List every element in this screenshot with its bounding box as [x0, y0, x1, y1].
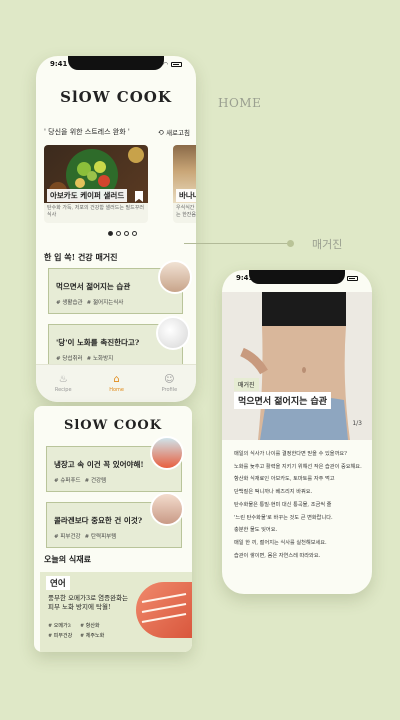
article-line: 탄수화물은 통밀·현미 대신 통곡물, 조금씩 줄 [234, 501, 332, 508]
recipe-title: 바나나 두유 스무디 [176, 189, 196, 202]
article-title: 먹으면서 젊어지는 습관 [234, 392, 332, 409]
magazine-item-title: '당'이 노화를 촉진한다고? [56, 338, 140, 347]
article-line: 매일의 식사가 나이를 결정한다면 믿을 수 있을까요? [234, 451, 347, 457]
tag: # 오메가3 [48, 623, 71, 629]
refresh-icon: ⟲ [157, 127, 165, 137]
status-time: 9:41 [236, 274, 254, 282]
ingredient-desc: 피부 노화 방지에 탁월! [48, 603, 111, 612]
ingredient-card[interactable]: 연어 풍부한 오메가3로 염증완화는 피부 노화 방지에 탁월! # 오메가3 … [40, 572, 192, 652]
category-badge: 매거진 [234, 378, 259, 391]
magazine-heading: 한 입 쏙! 건강 매거진 [44, 252, 118, 262]
tag: # 피부건강 [48, 633, 73, 639]
hero-image [222, 292, 372, 440]
article-line: 충분한 물도 잊어요. [234, 527, 278, 534]
app-logo: SlOW COOK [63, 418, 163, 433]
ingredient-desc: 풍부한 오메가3로 염증완화는 [48, 594, 129, 602]
magazine-screen: 9:41 ◠ 매거진 먹으면서 젊어지는 습관 1/3 매일의 식사가 나이를 … [222, 270, 372, 594]
refresh-label: 새로고침 [166, 129, 190, 137]
wifi-icon: ◠ [163, 60, 168, 68]
fridge-thumbnail [150, 436, 184, 470]
recipe-caption: 탄수화 가득, 저포의 건강함 샐러드는 필드꾸러 식사 [47, 205, 144, 218]
carousel-dot[interactable] [116, 231, 121, 236]
tag: # 젊어지는식사 [86, 300, 124, 306]
carousel-dot[interactable] [108, 231, 113, 236]
home-label: HOME [218, 96, 262, 110]
wifi-icon: ◠ [339, 274, 344, 282]
article-body: 매일의 식사가 나이를 결정한다면 믿을 수 있을까요? 노화를 늦추고 활력을… [234, 448, 362, 563]
tag: # 건강템 [84, 478, 107, 484]
tab-bar: ♨ Recipe ⌂ Home ☺ Profile [36, 364, 196, 402]
tab-recipe[interactable]: ♨ Recipe [55, 373, 72, 393]
article-line: 항산화 식재료인 아보카도, 토마토를 자주 먹고 [234, 476, 335, 483]
magazine-label: 매거진 [312, 238, 343, 251]
battery-icon [347, 275, 358, 281]
connector-dot [287, 240, 294, 247]
chef-hat-icon: ♨ [58, 373, 68, 385]
home-icon: ⌂ [113, 373, 120, 385]
signal-icon [327, 275, 337, 281]
recipe-card[interactable]: 바나나 두유 스무디 우식식간 대표 알곤한 바나나로 레혀라고 양있는 한잔음… [173, 145, 196, 223]
tag: # 생활습관 [56, 300, 83, 306]
connector-line [184, 243, 290, 244]
tab-home[interactable]: ⌂ Home [109, 373, 124, 393]
tag: # 슈퍼푸드 [54, 478, 81, 484]
article-line: '느린 탄수화물'로 바꾸는 것도 큰 변화랍니다. [234, 514, 333, 521]
tag: # 탄력피부템 [84, 534, 117, 540]
article-line: 노화를 늦추고 활력을 지키기 위해선 작은 습관이 중요해요. [234, 463, 362, 470]
signal-icon [151, 61, 161, 67]
ingredient-heading: 오늘의 식재료 [44, 554, 91, 564]
tag: # 항산화 [80, 623, 100, 629]
tag: # 노화방지 [86, 356, 114, 362]
waist-thumbnail [158, 260, 192, 294]
carousel-dots [108, 231, 137, 236]
carousel-dot[interactable] [132, 231, 137, 236]
tab-profile[interactable]: ☺ Profile [162, 373, 178, 393]
home-scrolled-screen: SlOW COOK 냉장고 속 이건 꼭 있어야해! # 슈퍼푸드 # 건강템 … [34, 406, 192, 652]
app-logo: SlOW COOK [60, 88, 172, 106]
ingredient-name: 연어 [46, 576, 70, 590]
article-line: 매일 한 끼, 젊어지는 식사를 실천해보세요. [234, 540, 327, 547]
profile-icon: ☺ [164, 373, 175, 385]
status-bar: 9:41 ◠ [50, 60, 182, 68]
recipe-title: 아보카도 케이퍼 샐러드 [47, 189, 128, 202]
magazine-item-title: 콜라겐보다 중요한 건 이것? [54, 516, 143, 525]
recipe-caption: 우식식간 대표 알곤한 바나나로 레혀라고 양있는 한잔음료 [176, 205, 196, 218]
salmon-image [136, 582, 192, 638]
recipe-card[interactable]: 아보카도 케이퍼 샐러드 탄수화 가득, 저포의 건강함 샐러드는 필드꾸러 식… [44, 145, 148, 223]
battery-icon [171, 61, 182, 67]
magazine-item-title: 냉장고 속 이건 꼭 있어야해! [54, 460, 144, 469]
article-line: 습관이 쌓이면, 몸은 자연스레 따라와요. [234, 552, 321, 559]
tag: # 피부건강 [54, 534, 81, 540]
tag: # 당섭취러 [56, 356, 83, 362]
refresh-button[interactable]: ⟲ 새로고침 [157, 127, 190, 138]
page-indicator: 1/3 [352, 420, 362, 427]
sugar-thumbnail [156, 316, 190, 350]
status-bar: 9:41 ◠ [236, 274, 358, 282]
status-time: 9:41 [50, 60, 68, 68]
home-screen: 9:41 ◠ SlOW COOK ' 당신을 위한 스트레스 완화 ' ⟲ 새로… [36, 56, 196, 402]
magazine-item-title: 먹으면서 젊어지는 습관 [56, 282, 131, 291]
article-line: 단백질은 떡니까나 베즈리지 바꿔요. [234, 489, 313, 496]
skin-thumbnail [150, 492, 184, 526]
carousel-dot[interactable] [124, 231, 129, 236]
tag: # 체주노화 [80, 633, 105, 639]
section-title: ' 당신을 위한 스트레스 완화 ' [44, 128, 130, 136]
